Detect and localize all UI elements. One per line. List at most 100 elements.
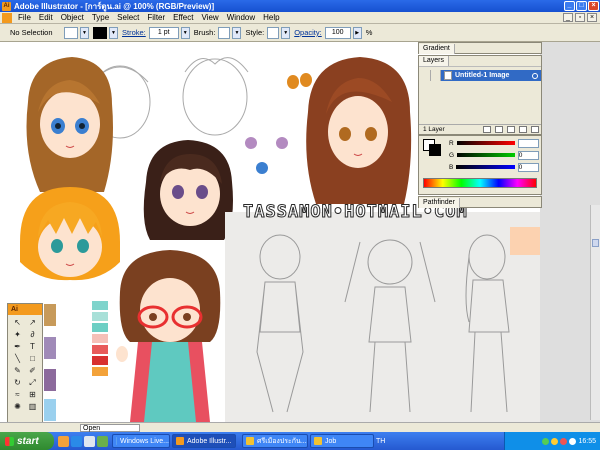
line-tool-icon[interactable]: ╲ [11,354,24,364]
swatch-teal-2[interactable] [92,312,108,321]
style-swatch[interactable] [267,26,280,39]
quicklaunch-ie-icon[interactable] [71,435,82,447]
g-slider[interactable] [457,153,515,157]
pencil-tool-icon[interactable]: ✐ [26,366,39,376]
stroke-color-box[interactable] [429,144,441,156]
g-value-field[interactable]: 0 [517,150,539,160]
warp-tool-icon[interactable]: ≈ [11,390,24,400]
opacity-dropdown-icon[interactable]: ▶ [352,26,362,39]
rotate-tool-icon[interactable]: ↻ [11,378,24,388]
color-spectrum[interactable] [423,178,537,188]
tab-layers[interactable]: Layers [419,56,450,66]
start-button[interactable]: start [0,432,54,450]
visibility-eye-icon[interactable] [421,70,431,81]
symbol-sprayer-tool-icon[interactable]: ✺ [11,402,24,412]
locate-object-icon[interactable] [483,126,491,133]
style-dropdown-icon[interactable]: ▼ [281,26,291,39]
b-slider[interactable] [456,165,515,169]
tray-icon-antivirus[interactable] [560,437,568,445]
menu-view[interactable]: View [197,13,222,22]
task-windows-live[interactable]: Windows Live... [112,434,170,448]
paintbrush-tool-icon[interactable]: ✎ [11,366,24,376]
menu-file[interactable]: File [14,13,35,22]
tab-pathfinder[interactable]: Pathfinder [419,198,460,208]
layer-row[interactable]: Untitled-1 Image [421,70,541,81]
menu-edit[interactable]: Edit [35,13,57,22]
delete-layer-icon[interactable] [531,126,539,133]
doc-restore-button[interactable]: ▫ [575,13,585,22]
close-button[interactable]: × [588,1,599,11]
status-open-field[interactable]: Open [80,423,140,432]
stroke-dropdown-icon[interactable]: ▼ [109,26,118,39]
new-sublayer-icon[interactable] [507,126,515,133]
swatch-red-1[interactable] [92,345,108,354]
r-value-field[interactable] [517,138,539,148]
quicklaunch-icon-4[interactable] [97,435,108,447]
swatch-red-2[interactable] [92,356,108,365]
menu-filter[interactable]: Filter [143,13,169,22]
layers-footer: 1 Layer [419,124,541,134]
tray-icon-network[interactable] [542,437,550,445]
fill-dropdown-icon[interactable]: ▼ [80,26,89,39]
lasso-tool-icon[interactable]: ∂ [26,330,39,340]
doc-minimize-button[interactable]: _ [563,13,573,22]
layer-thumbnail [444,71,452,80]
menu-select[interactable]: Select [113,13,143,22]
fill-swatch[interactable] [64,26,78,39]
b-value-field[interactable]: 0 [517,162,539,172]
tray-icon-volume[interactable] [569,437,577,445]
menu-window[interactable]: Window [223,13,259,22]
opacity-label[interactable]: Opacity: [294,28,322,37]
swatch-orange[interactable] [92,367,108,376]
menu-type[interactable]: Type [88,13,113,22]
stroke-weight-field[interactable]: 1 pt [148,26,179,39]
pen-tool-icon[interactable]: ✒ [11,342,24,352]
direct-selection-tool-icon[interactable]: ↗ [26,318,39,328]
clock[interactable]: 16:55 [578,438,596,445]
brush-swatch[interactable] [218,26,231,39]
graph-tool-icon[interactable]: ▥ [26,402,39,412]
stroke-swatch[interactable] [93,26,107,39]
swatch-teal-1[interactable] [92,301,108,310]
swatch-pink[interactable] [92,334,108,343]
type-tool-icon[interactable]: T [26,342,39,352]
r-slider[interactable] [456,141,515,145]
swatch-teal-3[interactable] [92,323,108,332]
scale-tool-icon[interactable]: ⤢ [26,378,39,388]
maximize-button[interactable]: □ [576,1,587,11]
make-clipping-mask-icon[interactable] [495,126,503,133]
scroll-thumb[interactable] [592,239,599,247]
opacity-field[interactable]: 100 [324,26,351,39]
swatch-tan[interactable] [44,304,56,326]
brush-dropdown-icon[interactable]: ▼ [232,26,242,39]
doc-close-button[interactable]: × [587,13,597,22]
quicklaunch-icon-1[interactable] [58,435,69,447]
layer-target-icon[interactable] [532,72,538,79]
swatch-lavender[interactable] [44,337,56,359]
free-transform-tool-icon[interactable]: ⊞ [26,390,39,400]
menu-object[interactable]: Object [57,13,88,22]
magic-wand-tool-icon[interactable]: ✦ [11,330,24,340]
new-layer-icon[interactable] [519,126,527,133]
selection-tool-icon[interactable]: ↖ [11,318,24,328]
lock-icon[interactable] [431,70,441,81]
swatch-light-blue[interactable] [44,399,56,421]
task-job-folder[interactable]: Job [310,434,374,448]
task-adobe-illustrator[interactable]: Adobe Illustr... [172,434,236,448]
language-indicator[interactable]: TH [376,438,385,445]
windows-taskbar: start Windows Live... Adobe Illustr... ศ… [0,432,600,450]
quicklaunch-icon-3[interactable] [84,435,95,447]
swatch-purple[interactable] [44,369,56,391]
menu-effect[interactable]: Effect [169,13,197,22]
stroke-label[interactable]: Stroke: [122,28,146,37]
tray-icon-messenger[interactable] [551,437,559,445]
task-thai-window[interactable]: ศรีเมืองประกัน... [242,434,308,448]
rectangle-tool-icon[interactable]: □ [26,354,39,364]
menu-help[interactable]: Help [259,13,283,22]
start-label: start [17,435,39,447]
minimize-button[interactable]: _ [564,1,575,11]
tab-gradient[interactable]: Gradient [419,44,455,54]
vertical-scrollbar[interactable] [590,205,600,420]
document-icon[interactable] [2,12,12,23]
stroke-weight-dropdown-icon[interactable]: ▼ [180,26,190,39]
